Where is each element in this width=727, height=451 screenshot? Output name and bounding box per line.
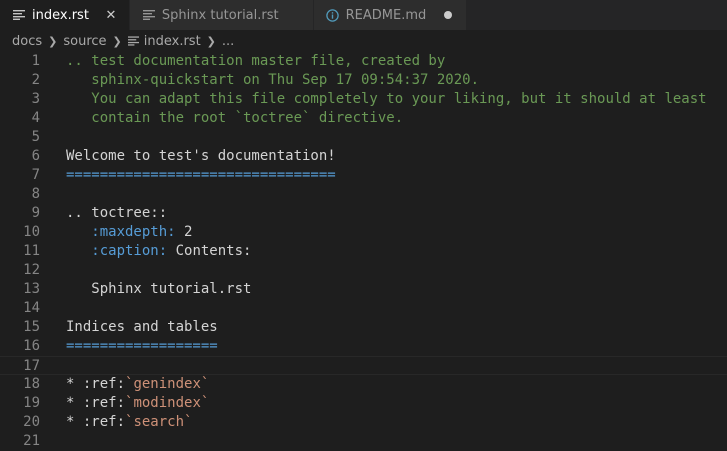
tab-label: README.md	[345, 7, 427, 23]
lines-icon	[12, 8, 26, 22]
code-line: 3 You can adapt this file completely to …	[0, 90, 727, 109]
code-text: * :ref:`modindex`	[66, 394, 209, 413]
line-number: 7	[31, 167, 40, 183]
field-name: :caption:	[66, 243, 168, 259]
code-text: .. toctree::	[66, 205, 168, 221]
code-line: 6 Welcome to test's documentation!	[0, 147, 727, 166]
close-icon[interactable]: ✕	[103, 7, 119, 23]
tab-bar: index.rst ✕ Sphinx tutorial.rst README.m…	[0, 0, 727, 30]
code-text: ================================	[66, 167, 336, 183]
line-number: 20	[23, 414, 40, 430]
breadcrumb-file[interactable]: index.rst	[144, 34, 201, 49]
code-line: 8	[0, 185, 727, 204]
line-number: 13	[23, 281, 40, 297]
tab-label: index.rst	[32, 7, 89, 23]
code-line: 12	[0, 261, 727, 280]
code-text: sphinx-quickstart on Thu Sep 17 09:54:37…	[66, 72, 480, 88]
breadcrumb-source[interactable]: source	[63, 34, 106, 49]
code-text: Welcome to test's documentation!	[66, 148, 336, 164]
breadcrumb-docs[interactable]: docs	[12, 34, 42, 49]
tab-sphinx-tutorial[interactable]: Sphinx tutorial.rst	[129, 0, 314, 30]
line-number: 5	[31, 129, 40, 145]
code-text: ==================	[66, 338, 218, 354]
tab-readme[interactable]: README.md	[313, 0, 468, 30]
code-text: You can adapt this file completely to yo…	[66, 91, 707, 107]
line-number: 11	[23, 243, 40, 259]
line-number: 2	[31, 72, 40, 88]
line-number: 14	[23, 300, 40, 316]
code-line: 19 * :ref:`modindex`	[0, 394, 727, 413]
tab-index-rst[interactable]: index.rst ✕	[0, 0, 130, 30]
line-number: 17	[23, 358, 40, 374]
code-line: 21	[0, 432, 727, 451]
line-number: 16	[23, 338, 40, 354]
chevron-right-icon: ❯	[112, 34, 122, 48]
lines-icon	[142, 8, 156, 22]
code-line: 14	[0, 299, 727, 318]
code-line: 4 contain the root `toctree` directive.	[0, 109, 727, 128]
code-line: 18 * :ref:`genindex`	[0, 375, 727, 394]
line-number: 19	[23, 395, 40, 411]
line-number: 4	[31, 110, 40, 126]
current-line[interactable]: 17	[0, 356, 727, 375]
code-line: 7 ================================	[0, 166, 727, 185]
code-editor[interactable]: 1 .. test documentation master file, crea…	[0, 52, 727, 449]
code-text: :maxdepth: 2	[66, 223, 192, 242]
chevron-right-icon: ❯	[206, 34, 216, 48]
lines-icon	[127, 36, 139, 46]
code-text: Indices and tables	[66, 319, 218, 335]
line-number: 3	[31, 91, 40, 107]
code-text: contain the root `toctree` directive.	[66, 110, 404, 126]
tab-label: Sphinx tutorial.rst	[161, 7, 279, 23]
bullet-ref: * :ref:	[66, 376, 126, 392]
breadcrumb: docs ❯ source ❯ index.rst ❯ ...	[0, 30, 727, 52]
field-value: Contents:	[167, 243, 252, 259]
code-line: 13 Sphinx tutorial.rst	[0, 280, 727, 299]
code-line: 15 Indices and tables	[0, 318, 727, 337]
line-number: 8	[31, 186, 40, 202]
line-number: 12	[23, 262, 40, 278]
tab-bar-empty	[467, 0, 727, 30]
line-number: 9	[31, 205, 40, 221]
line-number: 6	[31, 148, 40, 164]
code-line: 20 * :ref:`search`	[0, 413, 727, 432]
info-icon	[326, 8, 340, 22]
bullet-ref: * :ref:	[66, 395, 126, 411]
field-value: 2	[175, 224, 193, 240]
code-line: 2 sphinx-quickstart on Thu Sep 17 09:54:…	[0, 71, 727, 90]
code-line: 1 .. test documentation master file, crea…	[0, 52, 727, 71]
code-line: 11 :caption: Contents:	[0, 242, 727, 261]
field-name: :maxdepth:	[66, 224, 176, 240]
chevron-right-icon: ❯	[48, 34, 58, 48]
unsaved-dot-icon[interactable]	[440, 7, 456, 23]
line-number: 15	[23, 319, 40, 335]
bullet-ref: * :ref:	[66, 414, 126, 430]
code-text: Sphinx tutorial.rst	[66, 281, 252, 297]
code-line: 10 :maxdepth: 2	[0, 223, 727, 242]
line-number: 21	[23, 433, 40, 449]
code-text: * :ref:`search`	[66, 413, 192, 432]
code-text: .. test documentation master file, creat…	[66, 53, 446, 69]
role-target: `search`	[125, 414, 193, 430]
code-line: 9 .. toctree::	[0, 204, 727, 223]
code-line: 16 ==================	[0, 337, 727, 356]
code-text: * :ref:`genindex`	[66, 375, 209, 394]
code-text: :caption: Contents:	[66, 242, 251, 261]
code-line: 5	[0, 128, 727, 147]
role-target: `genindex`	[125, 376, 210, 392]
breadcrumb-symbol[interactable]: ...	[222, 34, 234, 49]
role-target: `modindex`	[125, 395, 210, 411]
line-number: 1	[31, 53, 40, 69]
line-number: 18	[23, 376, 40, 392]
line-number: 10	[23, 224, 40, 240]
